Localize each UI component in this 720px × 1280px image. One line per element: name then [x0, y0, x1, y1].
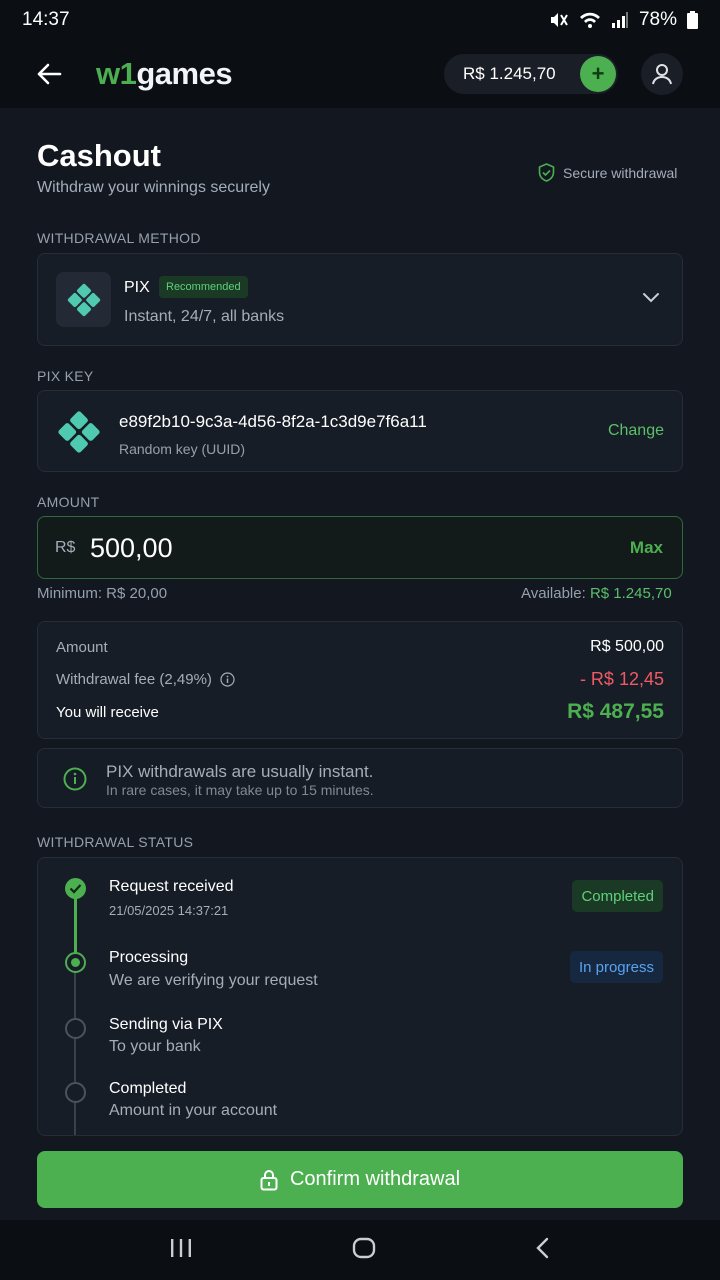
recents-icon: [171, 1238, 192, 1257]
status-badge-in-progress: In progress: [569, 951, 663, 983]
pix-icon: [56, 409, 102, 460]
system-nav-bar: [0, 1220, 720, 1280]
info-sub-text: In rare cases, it may take up to 15 minu…: [106, 782, 374, 798]
balance-amount: R$ 1.245,70: [463, 64, 556, 83]
confirm-withdrawal-button[interactable]: Confirm withdrawal: [37, 1151, 683, 1208]
mute-icon: [549, 11, 569, 29]
pix-icon: [67, 283, 100, 316]
summary-row-amount: Amount R$ 500,00: [56, 638, 664, 656]
home-icon: [352, 1237, 376, 1258]
battery-icon: [687, 11, 698, 29]
step-subtitle: We are verifying your request: [109, 972, 318, 989]
step-timestamp: 21/05/2025 14:37:21: [109, 903, 229, 918]
withdrawal-status-label: WITHDRAWAL STATUS: [37, 834, 194, 850]
minimum-amount: Minimum: R$ 20,00: [37, 585, 168, 602]
pix-info-banner: PIX withdrawals are usually instant. In …: [37, 748, 683, 808]
plus-icon: +: [591, 61, 605, 86]
change-key-button[interactable]: Change: [608, 422, 664, 440]
withdrawal-method-select[interactable]: PIX Recommended Instant, 24/7, all banks: [37, 253, 683, 346]
arrow-left-icon: [37, 63, 62, 85]
amount-field[interactable]: R$ Max: [37, 516, 683, 579]
page-title: Cashout: [37, 138, 161, 173]
recent-apps-button[interactable]: [169, 1238, 193, 1263]
currency-symbol: R$: [55, 539, 76, 556]
step-subtitle: To your bank: [109, 1038, 201, 1055]
chevron-left-icon: [535, 1237, 548, 1258]
method-description: Instant, 24/7, all banks: [124, 308, 285, 325]
pix-key-type: Random key (UUID): [119, 441, 246, 457]
available-balance: Available: R$ 1.245,70: [521, 585, 672, 602]
step-title: Processing: [109, 949, 189, 966]
step-title: Request received: [109, 878, 234, 895]
step-check-icon: [65, 878, 86, 899]
step-pending-dot: [65, 1082, 86, 1103]
step-title: Sending via PIX: [109, 1016, 223, 1033]
user-icon: [652, 64, 672, 85]
info-circle-icon: [63, 767, 87, 796]
pix-key-value: e89f2b10-9c3a-4d56-8f2a-1c3d9e7f6a11: [119, 412, 427, 431]
home-button[interactable]: [352, 1237, 376, 1264]
profile-button[interactable]: [641, 53, 683, 95]
summary-row-fee: Withdrawal fee (2,49%) - R$ 12,45: [56, 669, 664, 689]
withdrawal-method-label: WITHDRAWAL METHOD: [37, 230, 201, 246]
secure-withdrawal-label: Secure withdrawal: [538, 163, 677, 182]
max-button[interactable]: Max: [630, 538, 663, 558]
app-logo: w1games: [96, 56, 233, 91]
status-badge-completed: Completed: [572, 880, 663, 912]
amount-input[interactable]: [90, 529, 390, 567]
battery-percent: 78%: [638, 9, 677, 30]
shield-check-icon: [538, 163, 555, 182]
back-button[interactable]: [36, 59, 66, 89]
step-title: Completed: [109, 1080, 187, 1097]
status-bar: 14:37 78%: [0, 0, 720, 40]
info-icon[interactable]: [220, 672, 235, 687]
pix-key-label: PIX KEY: [37, 368, 94, 384]
balance-pill[interactable]: R$ 1.245,70 +: [444, 54, 618, 94]
chevron-down-icon: [642, 290, 660, 308]
nav-back-button[interactable]: [535, 1237, 551, 1264]
step-active-dot: [65, 952, 86, 973]
info-main-text: PIX withdrawals are usually instant.: [106, 762, 374, 781]
step-pending-dot: [65, 1018, 86, 1039]
method-name: PIX: [124, 279, 150, 296]
add-funds-button[interactable]: +: [580, 56, 616, 92]
page-subtitle: Withdraw your winnings securely: [37, 179, 270, 196]
withdrawal-status-timeline: Request received 21/05/2025 14:37:21 Com…: [37, 857, 683, 1136]
cashout-panel: Cashout Withdraw your winnings securely …: [0, 108, 720, 1220]
amount-label: AMOUNT: [37, 494, 100, 510]
step-subtitle: Amount in your account: [109, 1102, 278, 1119]
recommended-badge: Recommended: [159, 276, 248, 298]
pix-logo-tile: [56, 272, 111, 327]
signal-icon: [611, 11, 629, 29]
summary-row-receive: You will receive R$ 487,55: [56, 700, 664, 723]
lock-icon: [260, 1169, 278, 1190]
status-time: 14:37: [22, 9, 70, 30]
withdrawal-summary: Amount R$ 500,00 Withdrawal fee (2,49%) …: [37, 621, 683, 739]
app-header: w1games R$ 1.245,70 +: [0, 40, 720, 108]
wifi-icon: [579, 11, 601, 29]
pix-key-card: e89f2b10-9c3a-4d56-8f2a-1c3d9e7f6a11 Ran…: [37, 390, 683, 472]
timeline-line-pending: [74, 958, 76, 1135]
